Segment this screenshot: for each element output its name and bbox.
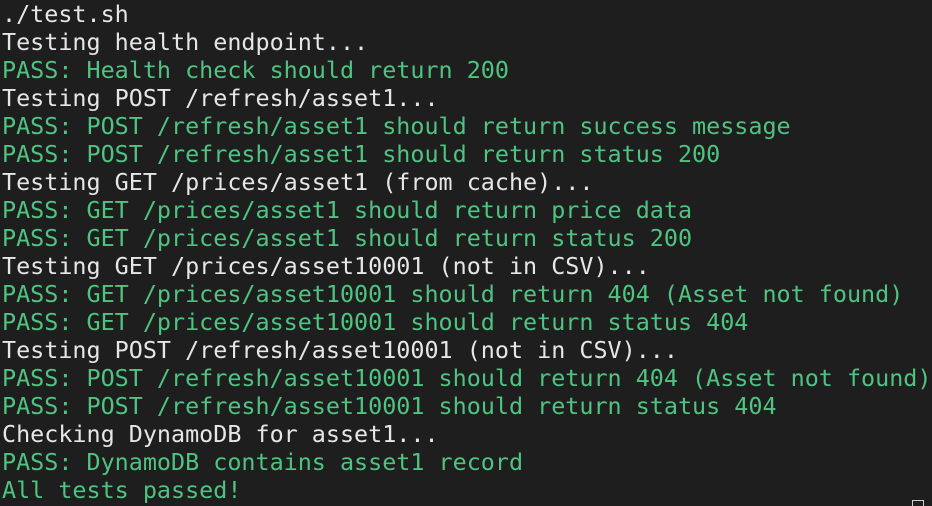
terminal-window[interactable]: ./test.sh Testing health endpoint... PAS… — [0, 0, 932, 506]
terminal-line-pass: PASS: POST /refresh/asset10001 should re… — [2, 392, 777, 420]
terminal-line-pass: PASS: Health check should return 200 — [2, 56, 509, 84]
terminal-line: Testing POST /refresh/asset10001 (not in… — [2, 336, 678, 364]
terminal-line: ./test.sh — [2, 0, 129, 28]
terminal-line: Checking DynamoDB for asset1... — [2, 420, 439, 448]
terminal-cursor — [912, 500, 924, 506]
terminal-line-pass: PASS: POST /refresh/asset10001 should re… — [2, 364, 932, 392]
terminal-line: Testing GET /prices/asset1 (from cache).… — [2, 168, 594, 196]
terminal-line: Testing POST /refresh/asset1... — [2, 84, 439, 112]
terminal-line-summary: All tests passed! — [2, 476, 242, 504]
terminal-line: Testing GET /prices/asset10001 (not in C… — [2, 252, 650, 280]
terminal-line-pass: PASS: POST /refresh/asset1 should return… — [2, 140, 721, 168]
terminal-line-pass: PASS: POST /refresh/asset1 should return… — [2, 112, 791, 140]
terminal-line-pass: PASS: GET /prices/asset10001 should retu… — [2, 308, 749, 336]
terminal-line-pass: PASS: GET /prices/asset1 should return p… — [2, 196, 693, 224]
terminal-line-pass: PASS: GET /prices/asset10001 should retu… — [2, 280, 904, 308]
terminal-line-pass: PASS: GET /prices/asset1 should return s… — [2, 224, 693, 252]
terminal-line-pass: PASS: DynamoDB contains asset1 record — [2, 448, 524, 476]
terminal-line: Testing health endpoint... — [2, 28, 369, 56]
